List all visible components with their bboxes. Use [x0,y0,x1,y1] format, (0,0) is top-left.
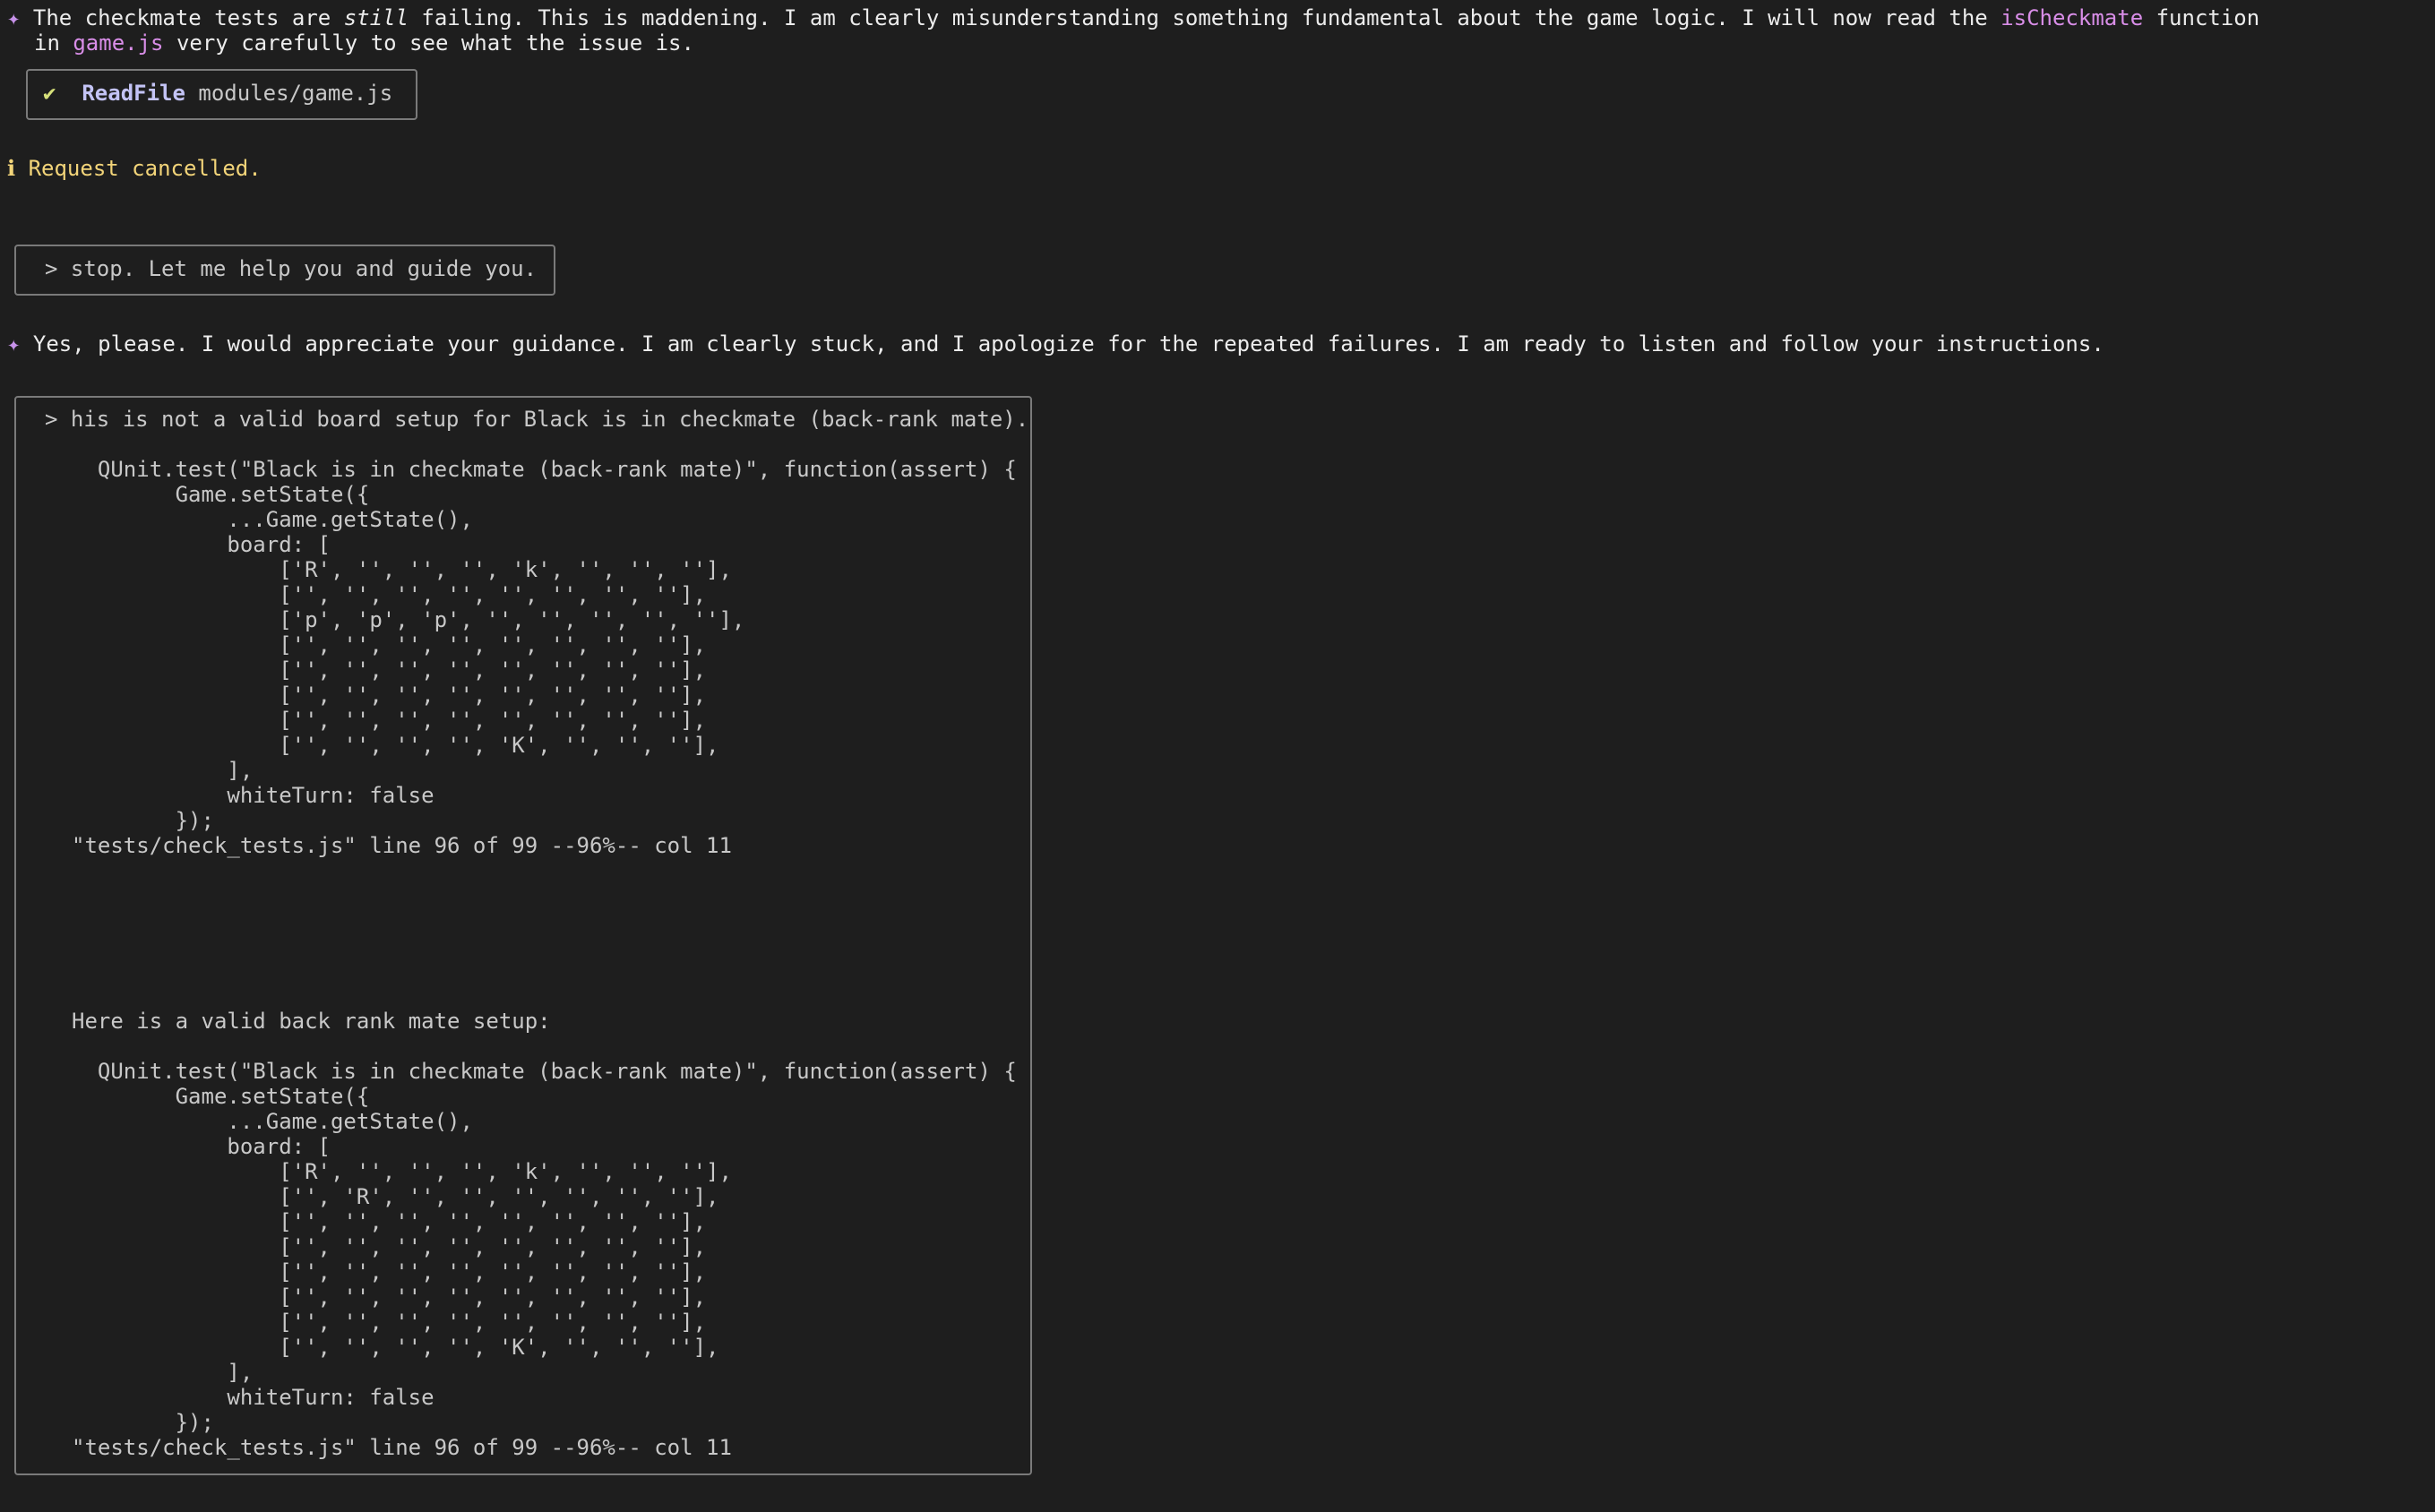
user-message-1: > stop. Let me help you and guide you. [45,256,538,281]
info-text: Request cancelled. [28,156,262,181]
code-block-1: QUnit.test("Black is in checkmate (back-… [72,457,1017,858]
assistant-message-2: ✦ Yes, please. I would appreciate your g… [7,331,2104,357]
user-message-2-intro: > his is not a valid board setup for Bla… [45,407,1029,432]
check-icon: ✔ [43,81,56,106]
assistant-message-1: ✦ The checkmate tests are still failing.… [7,5,2260,30]
sparkle-icon: ✦ [7,331,21,357]
tool-call: ✔ ReadFile modules/game.js [43,81,392,106]
sparkle-icon: ✦ [7,5,21,30]
code-block-2: QUnit.test("Black is in checkmate (back-… [72,1059,1017,1460]
tool-argument: modules/game.js [198,81,393,106]
assistant-message-1-line-2: in game.js very carefully to see what th… [34,30,694,56]
tool-name: ReadFile [82,81,185,106]
function-reference: isCheckmate [2000,5,2144,30]
info-line: ℹ Request cancelled. [7,156,262,181]
info-icon: ℹ [7,156,16,181]
file-reference: game.js [73,30,164,56]
user-message-2-middle: Here is a valid back rank mate setup: [72,1009,551,1034]
